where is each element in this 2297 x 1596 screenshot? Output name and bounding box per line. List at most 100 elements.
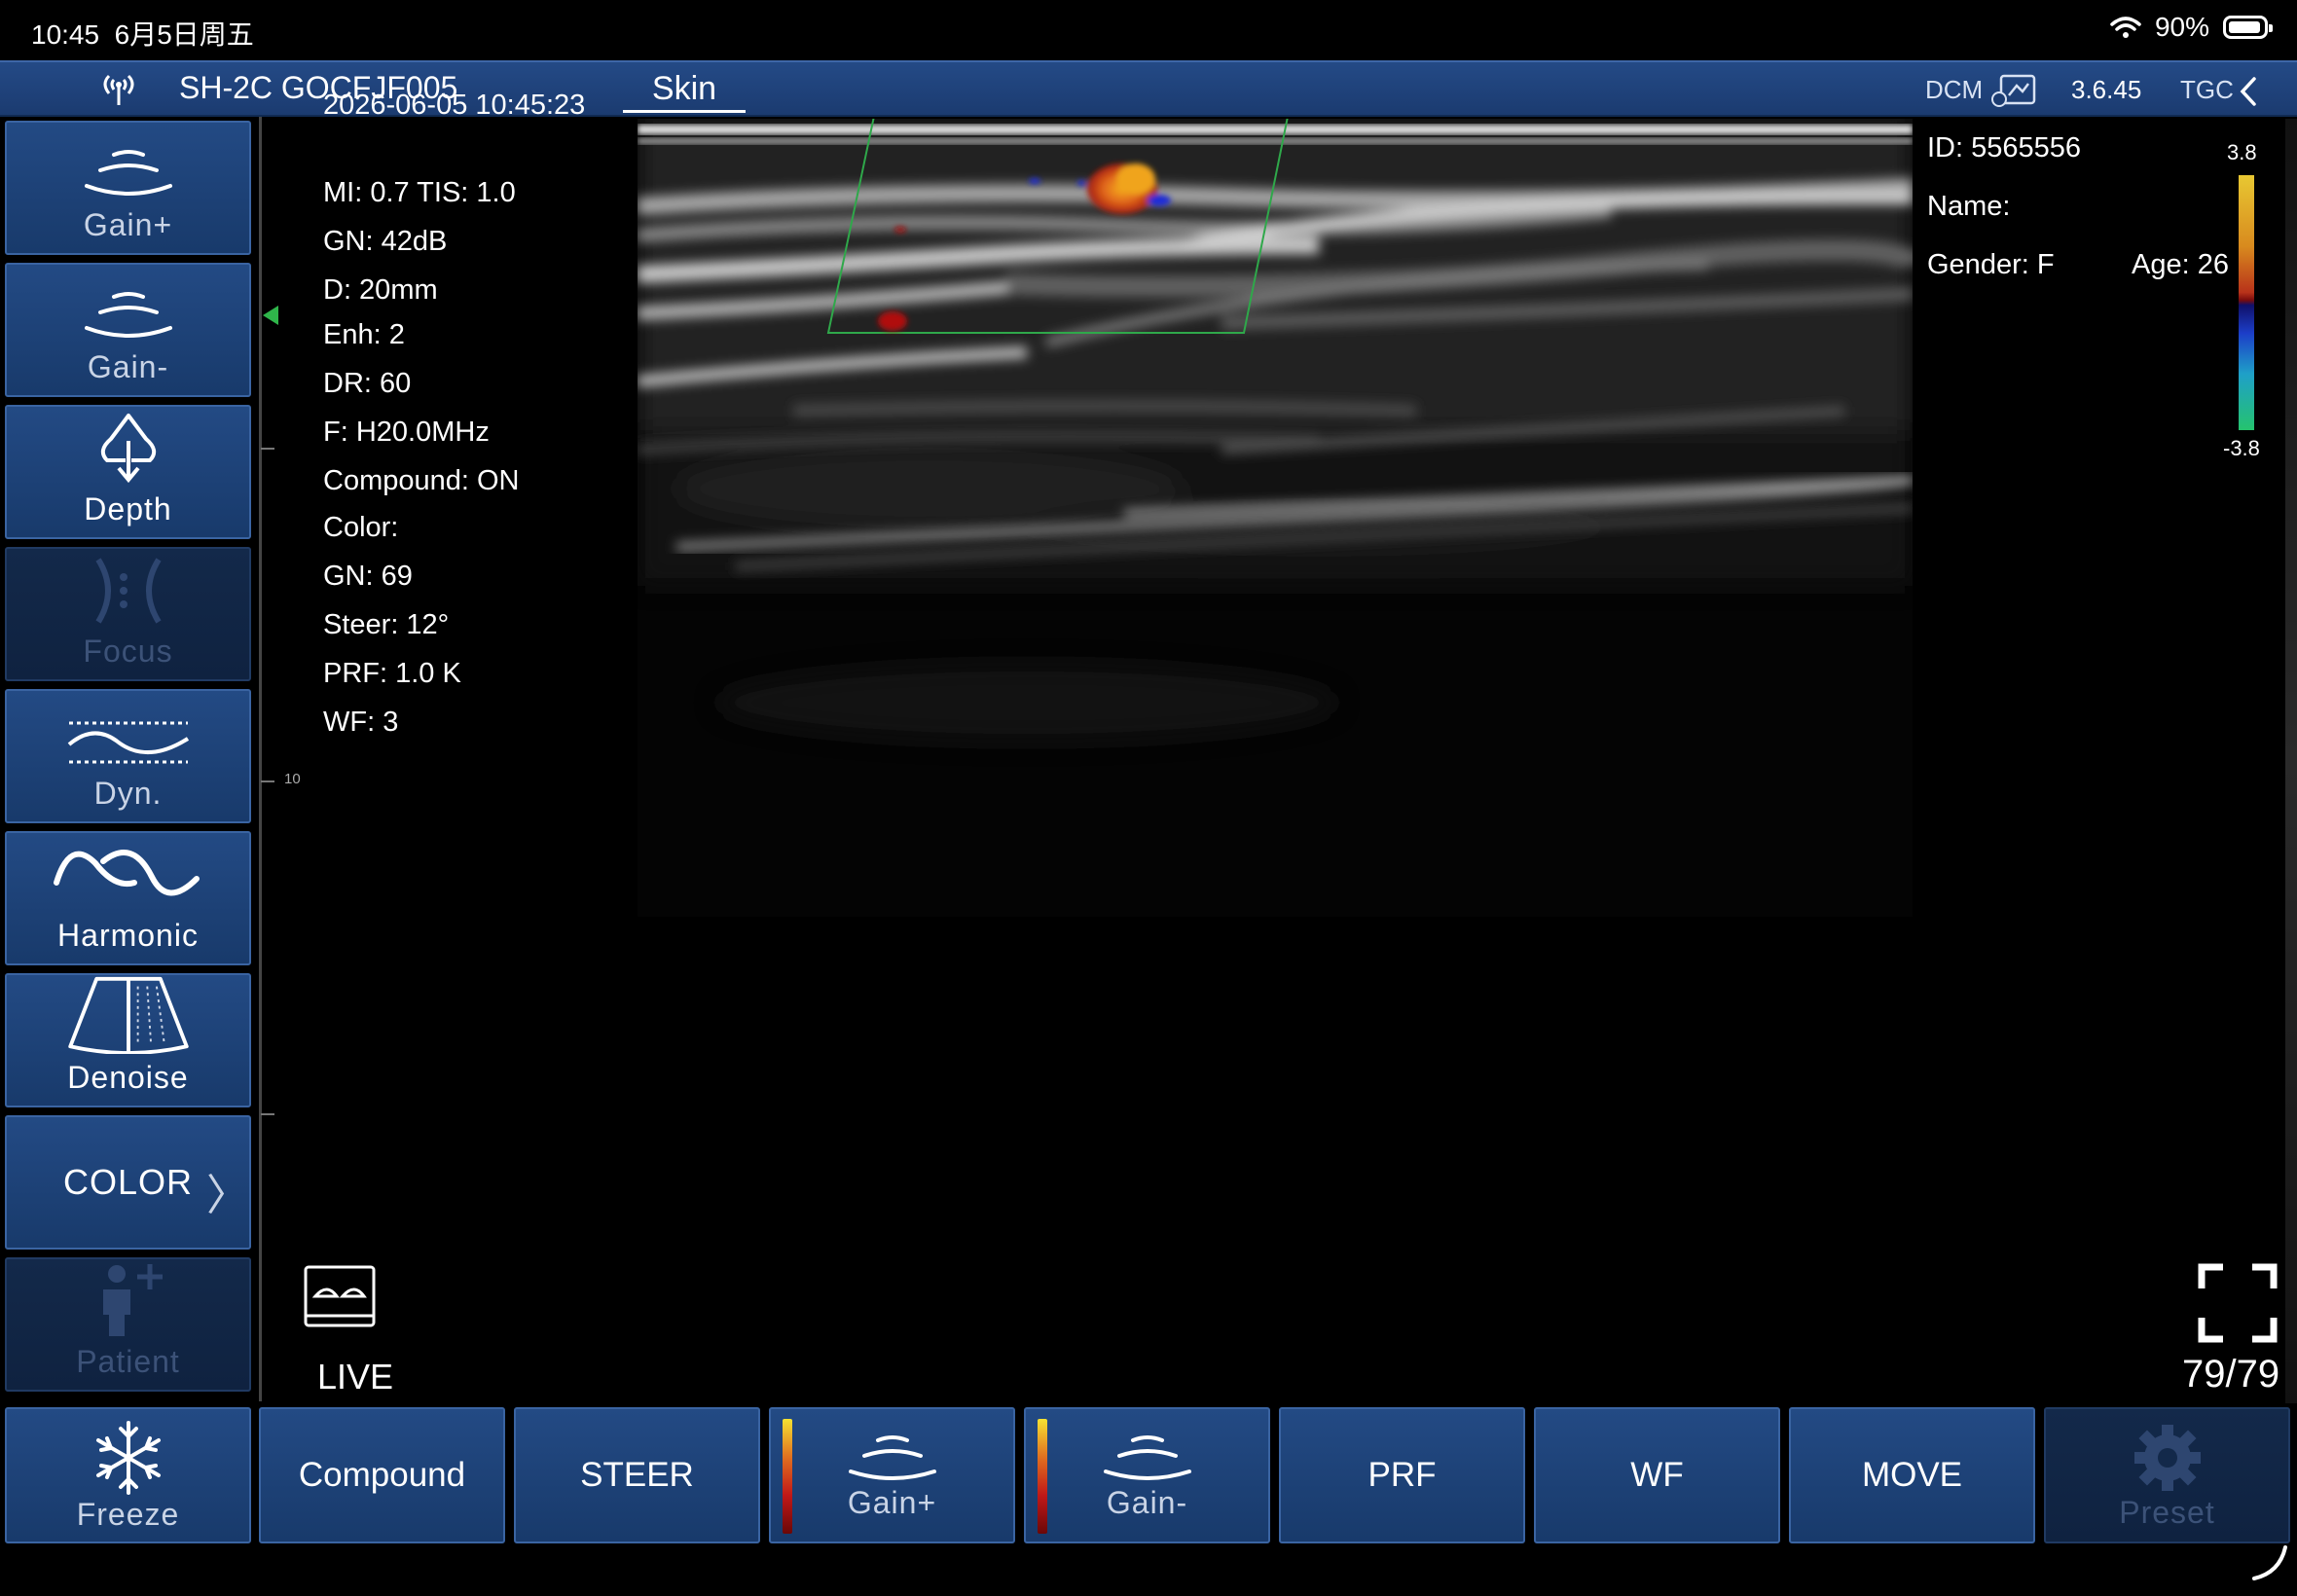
snowflake-icon (95, 1420, 161, 1495)
add-patient-icon (102, 1264, 163, 1336)
compound-value: Compound: ON (323, 465, 520, 496)
status-indicators: 90% (2110, 12, 2273, 43)
denoise-sector-icon (67, 976, 189, 1054)
patient-button[interactable]: Patient (5, 1257, 251, 1392)
color-mode-label: COLOR (62, 1162, 194, 1202)
denoise-label: Denoise (67, 1060, 189, 1095)
status-time: 10:45 6月5日周五 (31, 19, 254, 50)
mi-tis-value: MI: 0.7 TIS: 1.0 (323, 177, 516, 208)
scan-datetime: 2026-06-05 10:45:23 (323, 90, 586, 121)
wifi-icon (2110, 17, 2141, 38)
steer-value: Steer: 12° (323, 609, 450, 640)
color-gain-minus-label: Gain- (1106, 1484, 1188, 1520)
move-button[interactable]: MOVE (1789, 1407, 2035, 1543)
left-toolbar: Gain+ Gain- Depth Focus Dyn. Harmonic De… (0, 117, 255, 1403)
frame-counter: 79/79 (2182, 1353, 2280, 1396)
steer-button-label: STEER (580, 1456, 694, 1494)
color-velocity-scale (2239, 175, 2254, 430)
depth-label: Depth (84, 491, 172, 526)
color-scale-min: -3.8 (2223, 436, 2260, 460)
battery-icon (2223, 16, 2273, 39)
gain-arcs-icon (84, 150, 172, 196)
frequency-value: F: H20.0MHz (323, 417, 490, 448)
color-gain-plus-button[interactable]: Gain+ (769, 1407, 1015, 1543)
gain-plus-button[interactable]: Gain+ (5, 121, 251, 255)
denoise-button[interactable]: Denoise (5, 973, 251, 1107)
gain-arcs-icon (1103, 1434, 1191, 1480)
gain-value: GN: 42dB (323, 226, 448, 257)
gear-icon (2133, 1424, 2201, 1491)
tgc-label[interactable]: TGC (2180, 75, 2234, 105)
focus-marker-icon[interactable] (263, 306, 278, 325)
tgc-chevron-left-icon[interactable] (2237, 76, 2260, 107)
wall-filter-value: WF: 3 (323, 707, 399, 738)
ruler-tick (261, 780, 274, 782)
ultrasound-image[interactable] (638, 119, 1913, 917)
patient-id: ID: 5565556 (1927, 132, 2082, 163)
color-gain-plus-label: Gain+ (847, 1484, 937, 1520)
fullscreen-icon[interactable] (2198, 1263, 2278, 1343)
wf-button[interactable]: WF (1534, 1407, 1780, 1543)
color-gain-value: GN: 69 (323, 561, 413, 592)
dynamic-range-value: DR: 60 (323, 368, 412, 399)
freeze-button[interactable]: Freeze (5, 1407, 251, 1543)
gain-minus-button[interactable]: Gain- (5, 263, 251, 397)
preset-button[interactable]: Preset (2044, 1407, 2290, 1543)
ruler-tick-label-10: 10 (284, 771, 301, 787)
dyn-button[interactable]: Dyn. (5, 689, 251, 823)
color-section-label: Color: (323, 512, 399, 543)
depth-arrow-icon (100, 414, 156, 484)
color-mode-button[interactable]: COLOR 〉 (5, 1115, 251, 1250)
preset-tab-skin[interactable]: Skin (623, 70, 746, 113)
gain-level-bar (1038, 1419, 1047, 1534)
color-scale-max: 3.8 (2227, 140, 2257, 164)
ruler-tick (261, 1113, 274, 1115)
dynamic-range-icon (67, 721, 189, 764)
focus-icon (94, 558, 162, 624)
dyn-label: Dyn. (93, 776, 163, 811)
preset-label: Preset (2119, 1494, 2215, 1530)
ruler-tick (261, 448, 274, 450)
gain-arcs-icon (84, 292, 172, 338)
compound-button-label: Compound (298, 1456, 466, 1494)
patient-age: Age: 26 (2132, 249, 2229, 280)
wf-button-label: WF (1630, 1456, 1684, 1494)
gain-minus-label: Gain- (87, 349, 169, 384)
patient-gender: Gender: F (1927, 249, 2055, 280)
live-label: LIVE (317, 1357, 394, 1396)
dicom-icon[interactable] (1989, 74, 2038, 109)
focus-label: Focus (83, 634, 173, 669)
prf-value: PRF: 1.0 K (323, 658, 461, 689)
steer-button[interactable]: STEER (514, 1407, 760, 1543)
status-date: 6月5日周五 (114, 19, 254, 50)
prf-button-label: PRF (1367, 1456, 1437, 1494)
compound-button[interactable]: Compound (259, 1407, 505, 1543)
patient-label: Patient (76, 1344, 180, 1379)
wireless-probe-icon (103, 74, 134, 105)
system-status-bar: 10:45 6月5日周五 90% (0, 0, 2297, 60)
live-probe-icon[interactable] (302, 1263, 380, 1331)
prf-button[interactable]: PRF (1279, 1407, 1525, 1543)
harmonic-button[interactable]: Harmonic (5, 831, 251, 965)
chevron-right-icon: 〉 (206, 1172, 249, 1219)
color-gain-minus-button[interactable]: Gain- (1024, 1407, 1270, 1543)
freeze-label: Freeze (76, 1496, 180, 1532)
tgc-edge-strip[interactable] (2285, 119, 2297, 1403)
battery-percent: 90% (2154, 12, 2209, 42)
enhancement-value: Enh: 2 (323, 319, 405, 350)
patient-name: Name: (1927, 191, 2011, 222)
app-version: 3.6.45 (2071, 75, 2142, 104)
harmonic-wave-icon (53, 850, 200, 896)
corner-resize-icon (2252, 1545, 2287, 1580)
gain-plus-label: Gain+ (83, 207, 173, 242)
depth-value: D: 20mm (323, 274, 438, 306)
ultrasound-scan-graphic (638, 119, 1913, 917)
depth-button[interactable]: Depth (5, 405, 251, 539)
move-button-label: MOVE (1861, 1456, 1963, 1494)
dcm-label[interactable]: DCM (1925, 75, 1983, 105)
depth-ruler (259, 117, 262, 1401)
gain-arcs-icon (848, 1434, 936, 1480)
gain-level-bar (783, 1419, 792, 1534)
harmonic-label: Harmonic (57, 918, 199, 953)
focus-button[interactable]: Focus (5, 547, 251, 681)
